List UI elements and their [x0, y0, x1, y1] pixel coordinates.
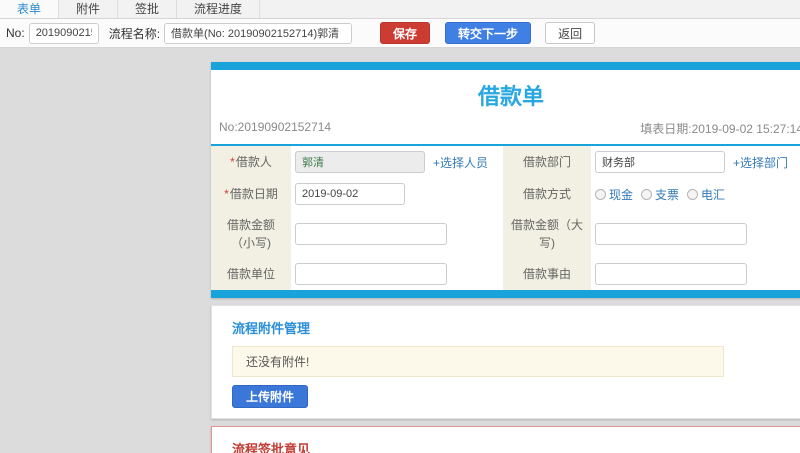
upload-attachment-button[interactable]: 上传附件: [232, 385, 309, 408]
tab-form[interactable]: 表单: [0, 0, 60, 18]
tab-approval[interactable]: 签批: [118, 0, 178, 18]
process-name-input[interactable]: [164, 22, 353, 44]
tab-bar: 表单 附件 签批 流程进度: [0, 0, 800, 19]
radio-circle-icon[interactable]: [687, 188, 699, 200]
forward-next-step-button[interactable]: 转交下一步: [445, 22, 532, 44]
page-title: 借款单: [477, 84, 544, 109]
radio-cheque[interactable]: 支票: [641, 186, 679, 203]
select-person-link[interactable]: +选择人员: [433, 154, 488, 171]
form-grid: *借款人 +选择人员 借款部门 +选择部门 *借款日期: [211, 146, 800, 290]
borrower-label: *借款人: [211, 146, 291, 178]
toolbar: No: 流程名称: 保存 转交下一步 返回: [0, 19, 800, 48]
borrower-input[interactable]: [295, 151, 425, 173]
process-name-label: 流程名称:: [108, 26, 161, 41]
no-input[interactable]: [28, 22, 99, 44]
attachments-title: 流程附件管理: [232, 321, 311, 336]
loan-date-label: *借款日期: [211, 178, 291, 210]
attachments-panel: 流程附件管理 还没有附件! 上传附件: [211, 305, 800, 419]
save-button[interactable]: 保存: [380, 22, 431, 44]
radio-wire-transfer[interactable]: 电汇: [687, 186, 725, 203]
amount-lower-label: 借款金额（小写): [211, 210, 291, 258]
back-button[interactable]: 返回: [545, 22, 596, 44]
loan-unit-label: 借款单位: [211, 258, 291, 290]
tab-process-progress[interactable]: 流程进度: [177, 0, 261, 18]
no-attachments-message: 还没有附件!: [232, 346, 724, 377]
no-label: No:: [6, 26, 25, 40]
loan-method-radio-group: 现金 支票 电汇: [595, 186, 725, 203]
department-label: 借款部门: [503, 146, 591, 178]
loan-unit-input[interactable]: [295, 263, 447, 285]
top-accent-bar: [211, 62, 800, 70]
form-number: No:20190902152714: [219, 120, 332, 134]
select-department-link[interactable]: +选择部门: [733, 154, 788, 171]
fill-date: 填表日期:2019-09-02 15:27:14: [640, 122, 800, 136]
approval-panel: 流程签批意见 B I abc: [211, 426, 800, 453]
loan-reason-input[interactable]: [595, 263, 747, 285]
loan-form-app: 表单 附件 签批 流程进度 No: 流程名称: 保存 转交下一步 返回 借款单 …: [0, 0, 800, 453]
loan-form-panel: 借款单 No:20190902152714 填表日期:2019-09-02 15…: [211, 62, 800, 298]
bottom-accent-bar: [211, 290, 800, 298]
loan-date-input[interactable]: [295, 183, 405, 205]
amount-upper-label: 借款金额（大写): [503, 210, 591, 258]
content-area: 借款单 No:20190902152714 填表日期:2019-09-02 15…: [0, 48, 800, 453]
radio-cash[interactable]: 现金: [595, 186, 633, 203]
amount-upper-input[interactable]: [595, 223, 747, 245]
form-info-row: No:20190902152714 填表日期:2019-09-02 15:27:…: [211, 118, 800, 144]
radio-circle-icon[interactable]: [595, 188, 606, 200]
approval-title: 流程签批意见: [232, 442, 311, 453]
radio-circle-icon[interactable]: [641, 188, 653, 200]
loan-reason-label: 借款事由: [503, 258, 591, 290]
tab-attachments[interactable]: 附件: [59, 0, 119, 18]
department-input[interactable]: [595, 151, 725, 173]
amount-lower-input[interactable]: [295, 223, 447, 245]
loan-method-label: 借款方式: [503, 178, 591, 210]
